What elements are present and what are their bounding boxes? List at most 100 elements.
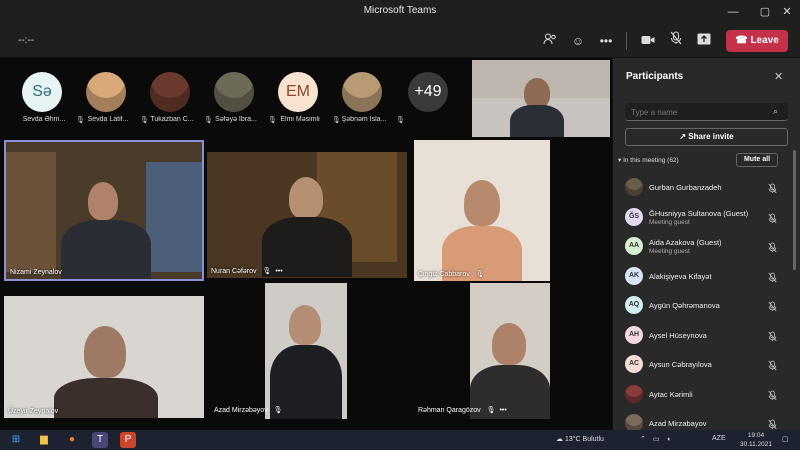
language-indicator[interactable]: AZE (712, 435, 726, 442)
avatar-tile[interactable]: EM Elmi Məsimli 🎙 (276, 72, 341, 124)
avatar-name: Sevda Əhm... (22, 116, 66, 123)
weather-widget[interactable]: ☁ 13°C Bulutlu (556, 435, 604, 443)
video-tile-ozeyir[interactable]: Üzeyir Zeynalov (4, 296, 204, 418)
mic-muted-icon[interactable] (768, 360, 777, 373)
bookshelf-left (6, 152, 56, 272)
video-tile-cingiz[interactable]: Çingiz Cabbarov 🎙 (414, 140, 550, 281)
mic-muted-icon[interactable] (768, 301, 777, 314)
mic-muted-icon: 🎙 (262, 268, 272, 275)
mic-muted-icon[interactable] (768, 242, 777, 255)
participant-row[interactable]: AC Aysun Cəbrayılova (620, 353, 785, 382)
mic-muted-icon[interactable] (768, 183, 777, 196)
participant-row[interactable]: AK Alakişiyeva Kifayət (620, 265, 785, 294)
avatar-tile[interactable]: Sevda Latif... 🎙 (84, 72, 149, 124)
windows-taskbar: ⊞ ▆ ● T P ☁ 13°C Bulutlu ⌃ ▭ ◖ AZE 19:04… (0, 430, 800, 450)
avatar-tile[interactable]: Tukazban C... 🎙 (148, 72, 213, 124)
volume-icon: ◖ (666, 436, 671, 443)
title-bar: Microsoft Teams — ▢ ✕ (0, 0, 800, 24)
participant-avatar: AC (625, 355, 643, 373)
clock[interactable]: 19:04 30.11.2021 (736, 431, 776, 449)
powerpoint-icon[interactable]: P (120, 432, 136, 448)
self-video-tile[interactable] (472, 60, 610, 137)
participant-body (54, 378, 158, 418)
participant-avatar: ĞS (625, 207, 643, 226)
share-tray-icon[interactable] (694, 31, 714, 51)
windows-start-icon[interactable]: ⊞ (8, 432, 24, 448)
participant-name: Aytac Kərimli (649, 389, 693, 399)
mic-muted-icon: 🎙 (396, 117, 405, 124)
participant-row[interactable]: AQ Aygün Qəhrəmanova (620, 294, 785, 323)
video-tile-nizami[interactable]: Nizami Zeynalov (4, 140, 204, 281)
close-window-icon[interactable]: ✕ (772, 2, 800, 22)
video-tile-rahman[interactable] (470, 283, 550, 419)
participant-name: Aygün Qəhrəmanova (649, 301, 720, 310)
participant-head (289, 305, 321, 345)
participants-icon[interactable] (540, 31, 560, 51)
participant-avatar: AQ (625, 296, 643, 314)
leave-button[interactable]: ☎ Leave (726, 30, 788, 52)
avatar: Sə (22, 72, 62, 112)
avatar: EM (278, 72, 318, 112)
toolbar-divider (626, 32, 627, 50)
share-invite-button[interactable]: ↗ Share invite (625, 128, 788, 146)
participant-row[interactable]: ĞS ĞHusniyya Sultanova (Guest) Meeting gue… (620, 206, 785, 235)
teams-icon[interactable]: T (92, 432, 108, 448)
participant-head (464, 180, 500, 226)
participant-name: ĞHusniyya Sultanova (Guest) (649, 208, 749, 218)
participant-name-label: Nizami Zeynalov (10, 269, 62, 276)
avatar (150, 72, 190, 112)
meeting-toolbar: --:-- ☺ ••• ☎ Leave (0, 24, 800, 58)
avatar-name: Tukazban C... (150, 116, 194, 123)
phone-hangup-icon: ☎ (735, 35, 748, 46)
participant-name-label: Üzeyir Zeynalov (8, 408, 59, 415)
close-panel-icon[interactable]: ✕ (774, 70, 783, 83)
participant-row[interactable]: Aytac Kərimli (620, 383, 785, 412)
share-icon: ↗ (679, 132, 687, 141)
mic-muted-icon[interactable] (768, 331, 777, 344)
camera-icon[interactable] (638, 31, 658, 51)
firefox-icon[interactable]: ● (64, 432, 80, 448)
reactions-icon[interactable]: ☺ (568, 31, 588, 51)
avatar-tile[interactable]: Səfəyə İbra... 🎙 (212, 72, 277, 124)
window-title: Microsoft Teams (363, 5, 437, 16)
participant-row[interactable]: AH Aysel Hüseynova (620, 324, 785, 353)
participant-name-label: Çingiz Cabbarov 🎙 (418, 271, 485, 278)
more-options-icon: ••• (499, 407, 507, 414)
avatar-tile[interactable]: Sə Sevda Əhm... 🎙 (20, 72, 85, 124)
participant-row[interactable]: Gurban Gurbanzadeh (620, 176, 785, 205)
mic-muted-icon[interactable] (768, 213, 777, 226)
participant-name-label: Azad Mirzəbəyov 🎙 (214, 407, 283, 414)
avatar-tile[interactable]: Şəbnəm İsla... 🎙 (340, 72, 405, 124)
tray-icons[interactable]: ⌃ ▭ ◖ (640, 435, 671, 443)
mic-muted-icon: 🎙 (273, 407, 283, 414)
leave-label: Leave (750, 35, 779, 46)
participant-avatar: AA (625, 237, 643, 255)
mic-muted-icon[interactable] (768, 390, 777, 403)
avatar-name: Elmi Məsimli (280, 116, 320, 123)
avatar (214, 72, 254, 112)
panel-scrollbar[interactable] (793, 150, 796, 270)
notifications-icon[interactable]: ▢ (782, 435, 789, 443)
mic-muted-icon[interactable] (768, 272, 777, 285)
participant-search[interactable] (625, 103, 788, 121)
search-input[interactable] (631, 106, 761, 118)
participant-row[interactable]: AA Aida Azakova (Guest) Meeting guest (620, 235, 785, 264)
cloud-icon: ☁ (556, 436, 563, 443)
participant-name-label: Nuran Cəfərov 🎙 ••• (211, 268, 283, 275)
microphone-off-icon[interactable] (666, 31, 686, 51)
minimize-icon[interactable]: — (718, 2, 748, 22)
file-explorer-icon[interactable]: ▆ (36, 432, 52, 448)
avatar (86, 72, 126, 112)
search-icon[interactable]: ⌕ (773, 106, 778, 117)
mute-all-button[interactable]: Mute all (736, 153, 778, 167)
more-actions-icon[interactable]: ••• (596, 31, 616, 51)
participant-avatar: AK (625, 266, 643, 285)
video-tile-nuran[interactable]: Nuran Cəfərov 🎙 ••• (207, 152, 407, 278)
mic-muted-icon: 🎙 (486, 407, 496, 414)
participant-avatar (625, 384, 643, 403)
video-tile-azad[interactable] (265, 283, 347, 419)
in-meeting-section-header[interactable]: ▾ In this meeting (62) (618, 156, 679, 164)
avatar-tile[interactable]: +49 (406, 72, 450, 112)
participant-name: Azad Mirzabayov (649, 419, 707, 428)
bookshelf-right (146, 162, 202, 272)
